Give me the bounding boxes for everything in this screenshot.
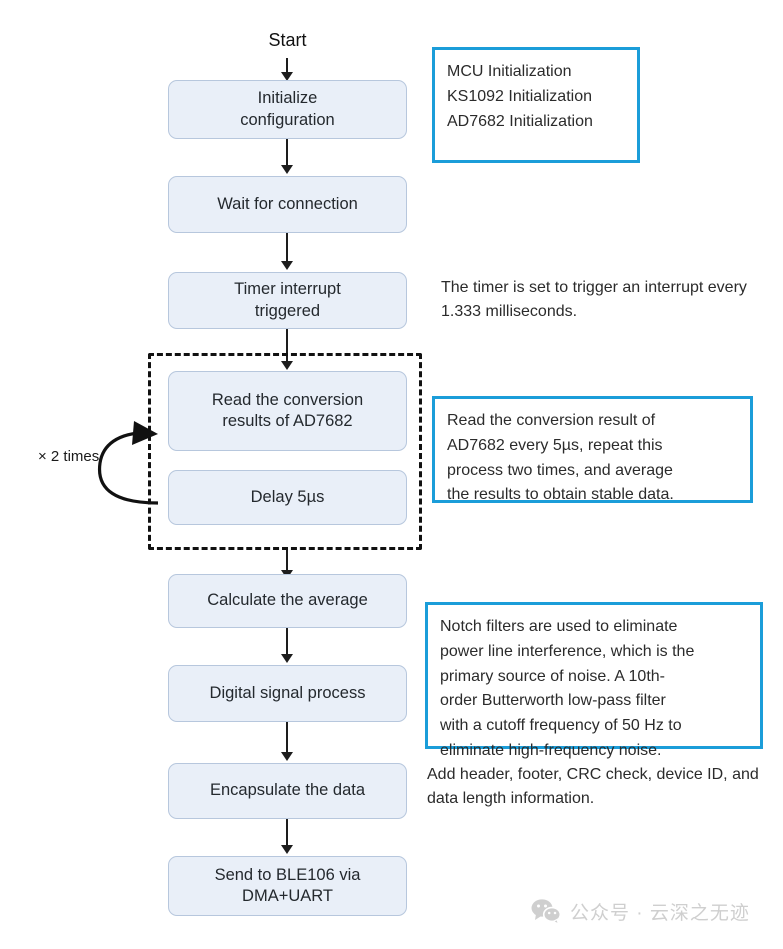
node-encapsulate-data[interactable]: Encapsulate the data <box>168 763 407 819</box>
watermark: 公众号 · 云深之无迹 <box>531 898 750 925</box>
annotation-initialization-line-3: AD7682 Initialization <box>447 112 593 130</box>
node-delay-5us-label: Delay 5µs <box>250 487 325 506</box>
node-wait-for-connection[interactable]: Wait for connection <box>168 176 407 233</box>
annotation-dsp-line-4: order Butterworth low-pass filter <box>440 692 666 710</box>
annotation-encapsulate-line-1: Add header, footer, CRC check, device <box>427 766 703 783</box>
node-send-to-ble106[interactable]: Send to BLE106 via DMA+UART <box>168 856 407 916</box>
node-timer-interrupt-triggered[interactable]: Timer interrupt triggered <box>168 272 407 329</box>
node-wait-for-connection-label: Wait for connection <box>217 194 358 213</box>
node-digital-signal-process-label: Digital signal process <box>209 683 366 702</box>
annotation-dsp-line-6: eliminate high-frequency noise. <box>440 741 662 759</box>
connector-average-to-dsp <box>286 628 288 656</box>
annotation-timer: The timer is set to trigger an interrupt… <box>441 276 761 324</box>
annotation-dsp-line-2: power line interference, which is the <box>440 642 695 660</box>
flowchart-canvas: Start Initialize configuration Wait for … <box>0 0 783 949</box>
connector-encapsulate-to-send <box>286 819 288 847</box>
connector-initialize-to-wait <box>286 139 288 167</box>
node-initialize-configuration[interactable]: Initialize configuration <box>168 80 407 139</box>
annotation-read-ad7682: Read the conversion result of AD7682 eve… <box>432 396 753 503</box>
annotation-initialization-line-2: KS1092 Initialization <box>447 87 592 105</box>
node-send-to-ble106-label: Send to BLE106 via DMA+UART <box>214 865 361 905</box>
watermark-text: 公众号 · 云深之无迹 <box>570 903 750 924</box>
node-delay-5us[interactable]: Delay 5µs <box>168 470 407 525</box>
wechat-icon <box>531 899 561 924</box>
node-initialize-configuration-label: Initialize configuration <box>240 89 335 129</box>
annotation-encapsulate: Add header, footer, CRC check, device ID… <box>427 763 767 811</box>
start-label: Start <box>268 30 307 50</box>
annotation-read-ad7682-line-3: process two times, and average <box>447 461 673 479</box>
annotation-dsp-line-5: with a cutoff frequency of 50 Hz to <box>440 717 682 735</box>
annotation-timer-line-1: The timer is set to trigger an <box>441 279 641 296</box>
annotation-dsp-line-1: Notch filters are used to eliminate <box>440 618 678 635</box>
node-calculate-average[interactable]: Calculate the average <box>168 574 407 628</box>
loop-count-label: × 2 times <box>38 448 100 465</box>
node-read-conversion-results-label: Read the conversion results of AD7682 <box>211 390 364 430</box>
node-encapsulate-data-label: Encapsulate the data <box>209 781 366 800</box>
connector-wait-to-timer <box>286 233 288 263</box>
node-timer-interrupt-triggered-label: Timer interrupt triggered <box>234 280 341 320</box>
annotation-initialization: MCU Initialization KS1092 Initialization… <box>432 47 640 163</box>
annotation-initialization-line-1: MCU Initialization <box>447 63 572 80</box>
annotation-dsp-line-3: primary source of noise. A 10th- <box>440 667 665 685</box>
arrowhead-initialize-to-wait <box>281 165 293 174</box>
annotation-read-ad7682-line-1: Read the conversion result of <box>447 412 656 429</box>
loop-back-arrow <box>97 421 159 505</box>
annotation-read-ad7682-line-2: AD7682 every 5µs, repeat this <box>447 436 663 454</box>
arrowhead-encapsulate-to-send <box>281 845 293 854</box>
annotation-digital-signal-process: Notch filters are used to eliminate powe… <box>425 602 763 759</box>
connector-dsp-to-encapsulate <box>286 722 288 754</box>
arrowhead-dsp-to-encapsulate <box>281 752 293 761</box>
arrowhead-average-to-dsp <box>281 654 293 663</box>
annotation-read-ad7682-line-4: the results to obtain stable data. <box>447 486 674 504</box>
arrowhead-wait-to-timer <box>281 261 293 270</box>
node-read-conversion-results[interactable]: Read the conversion results of AD7682 <box>168 371 407 451</box>
node-digital-signal-process[interactable]: Digital signal process <box>168 665 407 722</box>
node-calculate-average-label: Calculate the average <box>207 591 368 610</box>
